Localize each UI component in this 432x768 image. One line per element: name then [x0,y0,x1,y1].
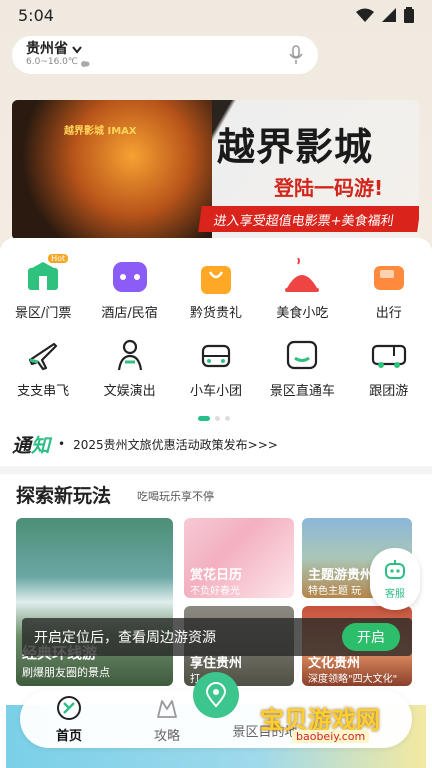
travel-icon [370,258,408,296]
performer-icon [111,336,149,374]
wifi-icon [356,8,374,22]
grid-item-gifts[interactable]: 黔货贵礼 [173,258,259,336]
food-cloche-icon [283,257,321,296]
grid-item-flights[interactable]: 支支串飞 [0,336,86,414]
location-search-bar[interactable]: 贵州省 6.0~16.0℃ [12,36,318,74]
notice-bar[interactable]: 通知 • 2025贵州文旅优惠活动政策发布>>> [12,426,422,462]
grid-item-label: 景区直通车 [269,384,335,399]
nav-label: 首页 [55,728,82,744]
grid-item-travel[interactable]: 出行 [346,258,432,336]
location-selector[interactable]: 贵州省 6.0~16.0℃ [26,41,90,67]
service-row-1: Hot 景区/门票 酒店/民宿 黔货贵礼 美食小吃 出行 [0,254,432,336]
status-icons [356,7,414,23]
grid-item-label: 美食小吃 [276,306,329,321]
hotel-icon [111,258,149,296]
grid-item-food[interactable]: 美食小吃 [259,257,345,336]
notice-logo-b: 知 [31,434,51,457]
banner-title: 越界影城 [217,125,374,169]
gift-bag-icon [197,258,235,296]
grid-item-label: 酒店/民宿 [101,306,158,321]
grid-pagination [198,416,230,421]
banner-subtitle: 登陆一码游! [274,176,384,200]
car-icon [197,336,235,374]
van-icon [370,336,408,374]
guide-icon [157,699,177,718]
temperature-range: 6.0~16.0℃ [26,56,79,67]
notice-text[interactable]: 2025贵州文旅优惠活动政策发布>>> [73,436,278,453]
tile-flower-calendar[interactable]: 赏花日历 不负好春光 [184,518,294,598]
shuttle-icon [283,336,321,374]
hot-badge: Hot [48,254,69,263]
location-name: 贵州省 [26,41,68,58]
banner-brand: 越界影城 IMAX [64,126,137,137]
battery-icon [404,7,414,23]
scenic-ticket-icon: Hot [24,254,69,296]
tile-subtitle: 不负好春光 [190,586,240,597]
signal-icon [382,8,396,22]
grid-item-hotel[interactable]: 酒店/民宿 [87,258,173,336]
plane-icon [24,336,62,374]
grid-item-label: 跟团游 [369,384,409,399]
tile-subtitle: 刷爆朋友圈的景点 [22,666,110,679]
grid-item-label: 小车小团 [189,384,242,399]
grid-item-label: 文娱演出 [103,384,156,399]
nav-label: 攻略 [153,728,180,744]
tile-title: 主题游贵州 [308,568,374,583]
grid-item-label: 支支串飞 [17,384,70,399]
tile-subtitle: 深度领略"四大文化" [308,674,398,685]
status-bar: 5:04 [0,0,432,30]
locate-prompt-text: 开启定位后，查看周边游资源 [34,630,216,646]
grid-item-label: 景区/门票 [14,306,72,321]
promo-banner[interactable]: 越界影城 IMAX 越界影城 登陆一码游! 进入享受超值电影票+美食福利 [12,100,419,240]
nav-home[interactable]: 首页 [34,695,104,744]
destination-center-button[interactable] [193,672,239,718]
nav-guide[interactable]: 攻略 [132,695,202,744]
tile-title: 赏花日历 [190,568,243,583]
grid-item-group-tour[interactable]: 跟团游 [346,336,432,414]
service-grid: Hot 景区/门票 酒店/民宿 黔货贵礼 美食小吃 出行 支支串飞 文娱演出 小… [0,254,432,414]
cloud-icon [81,60,90,67]
bullet-dot: • [58,437,66,451]
status-time: 5:04 [18,5,54,25]
destination-icon [205,682,227,708]
grid-item-shuttle[interactable]: 景区直通车 [259,336,345,414]
location-permission-prompt: 开启定位后，查看周边游资源 开启 [22,618,412,656]
watermark-url: baobeiy.com [292,730,370,743]
customer-service-label: 客服 [385,589,405,600]
robot-icon [385,560,405,579]
tile-classic-loop[interactable]: 经典环线游 刷爆朋友圈的景点 [16,518,173,686]
service-row-2: 支支串飞 文娱演出 小车小团 景区直通车 跟团游 [0,336,432,414]
grid-item-small-car[interactable]: 小车小团 [173,336,259,414]
section-subtitle: 吃喝玩乐享不停 [137,490,214,503]
banner-strip-text: 进入享受超值电影票+美食福利 [212,213,395,229]
enable-location-button[interactable]: 开启 [342,623,400,651]
grid-item-shows[interactable]: 文娱演出 [87,336,173,414]
section-divider [0,466,432,474]
customer-service-button[interactable]: 客服 [370,548,420,610]
microphone-icon[interactable] [288,45,304,65]
section-title: 探索新玩法 [16,485,112,507]
notice-logo: 通知 [12,431,50,458]
banner-cinema-image [12,100,212,240]
grid-item-scenic[interactable]: Hot 景区/门票 [0,254,86,336]
tile-subtitle: 特色主题 玩 [308,586,362,597]
grid-item-label: 出行 [375,306,402,321]
banner-strip: 进入享受超值电影票+美食福利 [198,206,419,232]
chevron-down-icon [72,46,82,54]
notice-logo-a: 通 [12,434,32,457]
grid-item-label: 黔货贵礼 [189,306,242,321]
home-icon [57,695,81,720]
